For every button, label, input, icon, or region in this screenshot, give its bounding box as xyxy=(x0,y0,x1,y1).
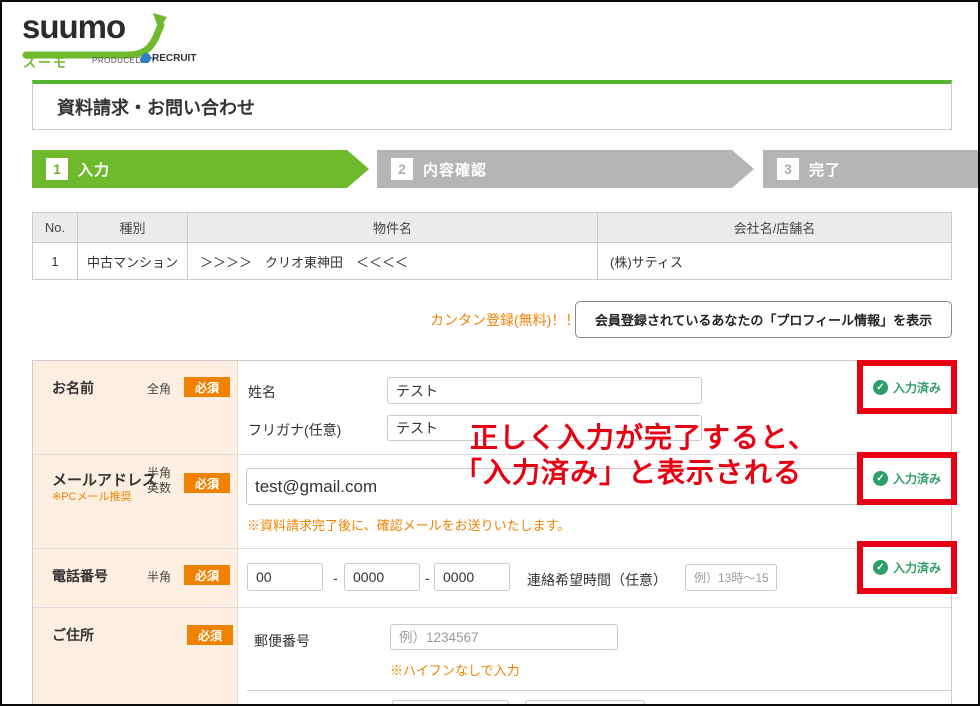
phone-separator: - xyxy=(333,570,338,586)
prefecture-select[interactable] xyxy=(392,700,509,704)
name-label: お名前 xyxy=(52,380,94,396)
step-confirm: 2 内容確認 xyxy=(377,150,754,188)
address-label: ご住所 xyxy=(52,627,94,643)
suumo-inquiry-page: suumo スーモ PRODUCED BY RECRUIT 資料請求・お問い合わ… xyxy=(0,0,980,706)
email-confirm-note: ※資料請求完了後に、確認メールをお送りいたします。 xyxy=(247,518,571,533)
cell-no: 1 xyxy=(32,242,78,280)
step-number: 2 xyxy=(391,158,413,180)
annotation-line2: 「入力済み」と表示される xyxy=(454,457,803,488)
page-title-box: 資料請求・お問い合わせ xyxy=(32,80,952,130)
required-badge: 必須 xyxy=(184,565,230,585)
email-label-cell: メールアドレス ※PCメール推奨 半角 英数 必須 xyxy=(33,455,238,548)
check-circle-icon: ✓ xyxy=(872,379,888,395)
zip-note: ※ハイフンなしで入力 xyxy=(390,663,520,678)
phone-field-cell: - - 連絡希望時間（任意） xyxy=(238,549,951,607)
contact-time-label: 連絡希望時間（任意） xyxy=(527,572,667,588)
suumo-logo[interactable]: suumo スーモ PRODUCED BY RECRUIT xyxy=(20,8,210,70)
done-badge-label: 入力済み xyxy=(892,472,941,486)
done-badge-label: 入力済み xyxy=(892,380,941,395)
address-row: ご住所 必須 郵便番号 ※ハイフンなしで入力 xyxy=(33,608,951,704)
table-row: 1 中古マンション ＞＞＞＞ クリオ東神田 ＜＜＜＜ (株)サティス xyxy=(32,242,952,280)
brand-wordmark: suumo xyxy=(22,8,126,45)
page-title: 資料請求・お問い合わせ xyxy=(57,97,255,118)
email-label: メールアドレス xyxy=(52,472,158,489)
col-type: 種別 xyxy=(77,212,188,243)
annotation-line1: 正しく入力が完了すると、 xyxy=(470,422,817,453)
step-complete: 3 完了 xyxy=(763,150,978,188)
step-label: 内容確認 xyxy=(423,161,488,179)
done-badge-label: 入力済み xyxy=(892,561,941,575)
city-select[interactable] xyxy=(525,700,645,704)
phone-separator: - xyxy=(425,570,430,586)
done-highlight-name: ✓ 入力済み xyxy=(857,360,957,414)
recruit-label: RECRUIT xyxy=(152,53,197,64)
cell-company: (株)サティス xyxy=(597,242,952,280)
address-label-cell: ご住所 必須 xyxy=(33,608,238,704)
zip-label: 郵便番号 xyxy=(254,633,310,649)
email-pc-note: ※PCメール推奨 xyxy=(52,491,132,503)
contact-time-input[interactable] xyxy=(685,564,777,591)
step-label: 完了 xyxy=(809,161,842,179)
step-input: 1 入力 xyxy=(32,150,369,188)
check-circle-icon: ✓ xyxy=(872,471,888,486)
inquiry-form: お名前 全角 必須 姓名 フリガナ(任意) メールアドレス ※PCメール推奨 半… xyxy=(32,360,952,704)
check-circle-icon: ✓ xyxy=(872,560,888,575)
cell-type: 中古マンション xyxy=(77,242,188,280)
cell-property: ＞＞＞＞ クリオ東神田 ＜＜＜＜ xyxy=(187,242,598,280)
done-highlight-phone: ✓ 入力済み xyxy=(857,541,957,594)
property-table-header: No. 種別 物件名 会社名/店舗名 xyxy=(32,212,952,243)
phone-part1-input[interactable] xyxy=(247,563,323,591)
phone-label-cell: 電話番号 半角 必須 xyxy=(33,549,238,607)
recruit-mark-icon xyxy=(141,53,151,63)
done-highlight-email: ✓ 入力済み xyxy=(857,452,957,505)
name-format: 全角 xyxy=(147,382,172,396)
phone-part3-input[interactable] xyxy=(434,563,510,591)
step-number: 3 xyxy=(777,158,799,180)
required-badge: 必須 xyxy=(184,473,230,493)
phone-part2-input[interactable] xyxy=(344,563,420,591)
zip-input[interactable] xyxy=(390,624,618,650)
brand-kana: スーモ xyxy=(23,55,69,70)
show-profile-button[interactable]: 会員登録されているあなたの「プロフィール情報」を表示 xyxy=(575,301,952,338)
property-table: No. 種別 物件名 会社名/店舗名 1 中古マンション ＞＞＞＞ クリオ東神田… xyxy=(32,212,952,280)
required-badge: 必須 xyxy=(184,377,230,397)
phone-row: 電話番号 半角 必須 - - 連絡希望時間（任意） xyxy=(33,549,951,608)
progress-steps: 1 入力 2 内容確認 3 完了 xyxy=(32,150,978,188)
phone-format: 半角 xyxy=(147,570,172,584)
step-number: 1 xyxy=(46,158,68,180)
address-divider xyxy=(247,690,951,691)
col-property: 物件名 xyxy=(187,212,598,243)
col-company: 会社名/店舗名 xyxy=(597,212,952,243)
kana-label: フリガナ(任意) xyxy=(248,422,342,438)
step-label: 入力 xyxy=(78,161,111,179)
address-field-cell: 郵便番号 ※ハイフンなしで入力 xyxy=(238,608,951,704)
name-label-cell: お名前 全角 必須 xyxy=(33,361,238,454)
phone-label: 電話番号 xyxy=(52,568,108,584)
col-no: No. xyxy=(32,212,78,243)
family-name-input[interactable] xyxy=(387,377,702,404)
family-name-label: 姓名 xyxy=(248,384,276,400)
easy-register-promo: カンタン登録(無料)！！ xyxy=(430,311,580,328)
email-format-2: 英数 xyxy=(147,481,172,495)
required-badge: 必須 xyxy=(187,625,233,645)
